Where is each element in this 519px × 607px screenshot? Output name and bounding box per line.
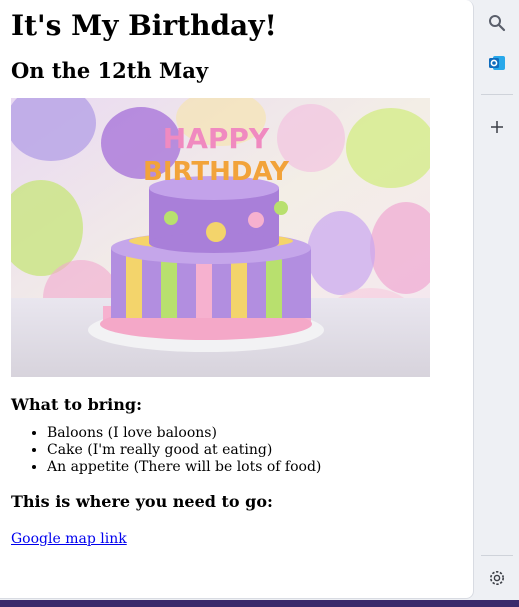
sidebar-divider [481, 94, 513, 95]
google-map-link[interactable]: Google map link [11, 531, 127, 547]
web-page: It's My Birthday! On the 12th May HAPPY … [0, 0, 474, 599]
sidebar-divider [481, 555, 513, 556]
page-title: It's My Birthday! [11, 9, 277, 42]
bring-item: An appetite (There will be lots of food) [47, 459, 462, 476]
cake-text-birthday: BIRTHDAY [143, 157, 290, 187]
cake-text-happy: HAPPY [163, 122, 270, 155]
bring-item: Baloons (I love baloons) [47, 425, 462, 442]
add-icon[interactable] [482, 112, 512, 142]
bring-heading: What to bring: [11, 395, 142, 414]
outlook-icon[interactable] [482, 48, 512, 78]
edge-sidebar [474, 0, 519, 600]
where-heading: This is where you need to go: [11, 492, 273, 511]
bring-item: Cake (I'm really good at eating) [47, 442, 462, 459]
search-icon[interactable] [482, 8, 512, 38]
birthday-cake-image: HAPPY BIRTHDAY [11, 98, 430, 377]
taskbar-strip [0, 600, 519, 607]
event-date: On the 12th May [11, 58, 209, 83]
page-content: It's My Birthday! On the 12th May HAPPY … [0, 0, 473, 553]
bring-list: Baloons (I love baloons) Cake (I'm reall… [11, 425, 462, 476]
settings-icon[interactable] [482, 563, 512, 593]
